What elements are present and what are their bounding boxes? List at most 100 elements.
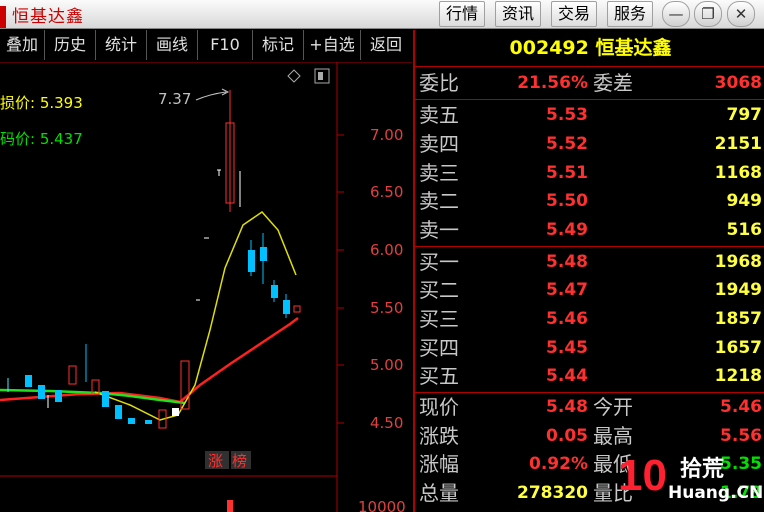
bid-label: 买一 bbox=[419, 250, 459, 274]
volume-tick: 10000 bbox=[358, 498, 406, 512]
statistics-button[interactable]: 统计 bbox=[96, 30, 147, 60]
weibi-label: 委比 bbox=[419, 71, 459, 95]
weibi-value: 21.56% bbox=[517, 73, 588, 93]
limit-up-badge-text: 涨 bbox=[208, 452, 223, 470]
ask-volume: 516 bbox=[726, 220, 763, 240]
ask-label: 卖二 bbox=[419, 189, 459, 213]
ask-volume: 1168 bbox=[714, 163, 762, 183]
ask-row[interactable]: 卖四 5.52 2151 bbox=[415, 130, 764, 159]
bid-row[interactable]: 买五 5.44 1218 bbox=[415, 362, 764, 391]
candle bbox=[260, 247, 267, 261]
stat-value: 278320 bbox=[517, 483, 588, 503]
site-watermark: 10 拾荒 Huang.CN bbox=[618, 444, 764, 504]
ask-row[interactable]: 卖二 5.50 949 bbox=[415, 187, 764, 216]
stock-code-name: 002492 恒基达鑫 bbox=[509, 37, 672, 59]
history-button[interactable]: 历史 bbox=[45, 30, 96, 60]
f10-button[interactable]: F10 bbox=[198, 30, 253, 60]
mark-button[interactable]: 标记 bbox=[253, 30, 304, 60]
divider bbox=[415, 66, 764, 67]
stat-label: 今开 bbox=[593, 395, 633, 419]
bid-volume: 1857 bbox=[714, 309, 762, 329]
bid-volume: 1968 bbox=[714, 252, 762, 272]
minimize-icon[interactable]: — bbox=[662, 1, 690, 27]
candle bbox=[248, 250, 255, 272]
divider bbox=[415, 99, 764, 100]
watermark-site: Huang.CN bbox=[668, 483, 763, 503]
bid-row[interactable]: 买四 5.45 1657 bbox=[415, 334, 764, 363]
market-button[interactable]: 行情 bbox=[439, 1, 485, 27]
restore-icon[interactable]: ❐ bbox=[694, 1, 722, 27]
weicha-label: 委差 bbox=[593, 71, 633, 95]
ask-label: 卖五 bbox=[419, 103, 459, 127]
service-button[interactable]: 服务 bbox=[607, 1, 653, 27]
add-watchlist-button[interactable]: +自选 bbox=[304, 30, 361, 60]
window-title: 恒基达鑫 bbox=[0, 2, 84, 28]
bid-label: 买五 bbox=[419, 364, 459, 388]
stoploss-price-label: 损价: 5.393 bbox=[0, 94, 83, 112]
cost-price-label: 码价: 5.437 bbox=[0, 130, 83, 148]
bid-label: 买二 bbox=[419, 278, 459, 302]
quote-panel: 002492 恒基达鑫 委比 21.56% 委差 3068 卖五 5.53 79… bbox=[413, 30, 764, 512]
y-tick: 6.50 bbox=[370, 183, 403, 201]
stock-name-title: 恒基达鑫 bbox=[12, 7, 84, 27]
ask-label: 卖四 bbox=[419, 132, 459, 156]
y-tick: 5.00 bbox=[370, 356, 403, 374]
bid-label: 买四 bbox=[419, 336, 459, 360]
y-tick: 5.50 bbox=[370, 299, 403, 317]
stat-label: 总量 bbox=[419, 481, 459, 505]
peak-arrow bbox=[195, 91, 227, 101]
stat-label: 涨跌 bbox=[419, 424, 459, 448]
ask-row[interactable]: 卖五 5.53 797 bbox=[415, 101, 764, 130]
weicha-value: 3068 bbox=[714, 73, 762, 93]
stat-row: 现价 5.48 今开 5.46 bbox=[415, 393, 764, 422]
draw-line-button[interactable]: 画线 bbox=[147, 30, 198, 60]
y-tick: 6.00 bbox=[370, 241, 403, 259]
candle bbox=[68, 365, 77, 385]
candle bbox=[102, 391, 109, 407]
ask-price: 5.51 bbox=[546, 163, 588, 183]
stat-value: 5.46 bbox=[720, 397, 762, 417]
ask-price: 5.49 bbox=[546, 220, 588, 240]
ask-volume: 949 bbox=[726, 191, 763, 211]
candle bbox=[128, 418, 135, 424]
back-button[interactable]: 返回 bbox=[361, 30, 411, 60]
ask-label: 卖一 bbox=[419, 218, 459, 242]
candle bbox=[55, 390, 62, 402]
ask-price: 5.53 bbox=[546, 105, 588, 125]
bid-row[interactable]: 买一 5.48 1968 bbox=[415, 248, 764, 277]
peak-annotation: 7.37 bbox=[158, 90, 191, 108]
diamond-icon[interactable] bbox=[287, 69, 301, 83]
stat-value: 5.48 bbox=[546, 397, 588, 417]
bid-volume: 1657 bbox=[714, 338, 762, 358]
candle bbox=[271, 285, 278, 298]
bid-row[interactable]: 买二 5.47 1949 bbox=[415, 276, 764, 305]
chart-toolbar: 叠加 历史 统计 画线 F10 标记 +自选 返回 bbox=[0, 30, 412, 60]
volume-bar bbox=[227, 500, 233, 512]
candle bbox=[145, 420, 152, 424]
bid-price: 5.44 bbox=[546, 366, 588, 386]
ask-volume: 797 bbox=[726, 105, 763, 125]
trade-button[interactable]: 交易 bbox=[551, 1, 597, 27]
candle bbox=[293, 305, 301, 313]
bid-price: 5.45 bbox=[546, 338, 588, 358]
bid-label: 买三 bbox=[419, 307, 459, 331]
stat-label: 现价 bbox=[419, 395, 459, 419]
panel-toggle-fill bbox=[318, 72, 323, 80]
bid-row[interactable]: 买三 5.46 1857 bbox=[415, 305, 764, 334]
close-icon[interactable]: ✕ bbox=[727, 1, 755, 27]
ask-price: 5.50 bbox=[546, 191, 588, 211]
candle bbox=[115, 405, 122, 419]
y-tick: 7.00 bbox=[370, 126, 403, 144]
candle bbox=[172, 408, 179, 416]
ask-row[interactable]: 卖三 5.51 1168 bbox=[415, 159, 764, 188]
overlay-button[interactable]: 叠加 bbox=[0, 30, 45, 60]
news-button[interactable]: 资讯 bbox=[495, 1, 541, 27]
candle bbox=[283, 300, 290, 314]
rank-badge-text: 榜 bbox=[232, 452, 247, 470]
bid-price: 5.48 bbox=[546, 252, 588, 272]
candle bbox=[25, 375, 32, 387]
ask-row[interactable]: 卖一 5.49 516 bbox=[415, 216, 764, 245]
ask-price: 5.52 bbox=[546, 134, 588, 154]
bid-volume: 1949 bbox=[714, 280, 762, 300]
stat-label: 涨幅 bbox=[419, 452, 459, 476]
